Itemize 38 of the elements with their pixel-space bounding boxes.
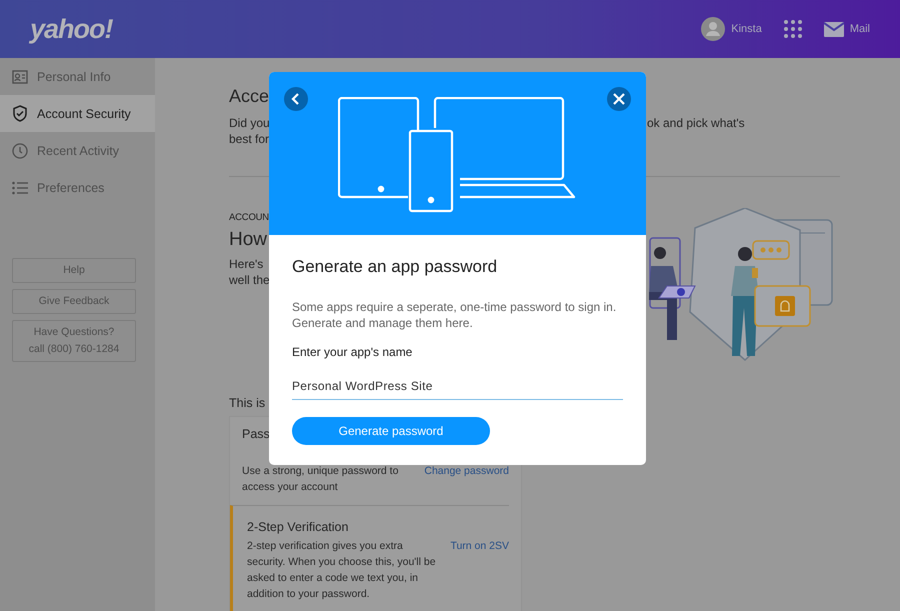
method-description: Use a strong, unique password to access your account	[242, 464, 400, 495]
mail-icon[interactable]	[824, 22, 844, 36]
sidebar-button[interactable]: Help	[12, 258, 136, 283]
clock-icon	[12, 142, 28, 158]
method-description: 2-step verification gives you extra security. When you choose this, you'll be asked to enter a code we text you, in addition to your password.	[247, 539, 437, 602]
sidebar-item[interactable]: Preferences	[0, 169, 155, 206]
sidebar-item[interactable]: Recent Activity	[0, 132, 155, 169]
page-title: Acce	[229, 86, 270, 108]
id-card-icon	[12, 70, 28, 84]
apps-grid-icon[interactable]	[784, 20, 802, 38]
dialog-description: Some apps require a seperate, one-time password to sign in. Generate and manage them here.	[292, 299, 618, 331]
section-text: Here's well the	[229, 256, 270, 288]
methods-intro: This is	[229, 396, 266, 410]
field-label: Enter your app's name	[292, 345, 414, 359]
section-label: ACCOUN	[229, 212, 269, 223]
dialog-title: Generate an app password	[292, 257, 498, 277]
chevron-left-icon	[291, 93, 301, 105]
method-link[interactable]: Turn on 2SV	[450, 538, 509, 602]
method-link[interactable]: Change password	[424, 463, 509, 495]
method-title: 2-Step Verification	[247, 520, 348, 534]
sidebar-button[interactable]: Give Feedback	[12, 289, 136, 314]
sidebar-button[interactable]: Have Questions? call (800) 760-1284	[12, 320, 136, 362]
section-title: How	[229, 229, 268, 251]
back-button[interactable]	[284, 87, 308, 111]
intro-text: ok and pick what's	[647, 115, 745, 132]
sidebar-item[interactable]: Account Security	[0, 95, 155, 132]
mail-link[interactable]: Mail	[850, 23, 870, 35]
generate-password-button[interactable]: Generate password	[292, 417, 490, 445]
intro-text: Did you best for	[229, 115, 271, 147]
shield-check-icon	[12, 105, 28, 122]
close-button[interactable]	[607, 87, 631, 111]
close-icon	[613, 93, 625, 105]
logo[interactable]: yahoo!	[30, 14, 113, 44]
method-title: Pass	[242, 427, 270, 441]
sidebar-item[interactable]: Personal Info	[0, 58, 155, 95]
user-name[interactable]: Kinsta	[731, 23, 762, 35]
avatar-icon[interactable]	[701, 17, 726, 41]
list-icon	[12, 180, 28, 194]
